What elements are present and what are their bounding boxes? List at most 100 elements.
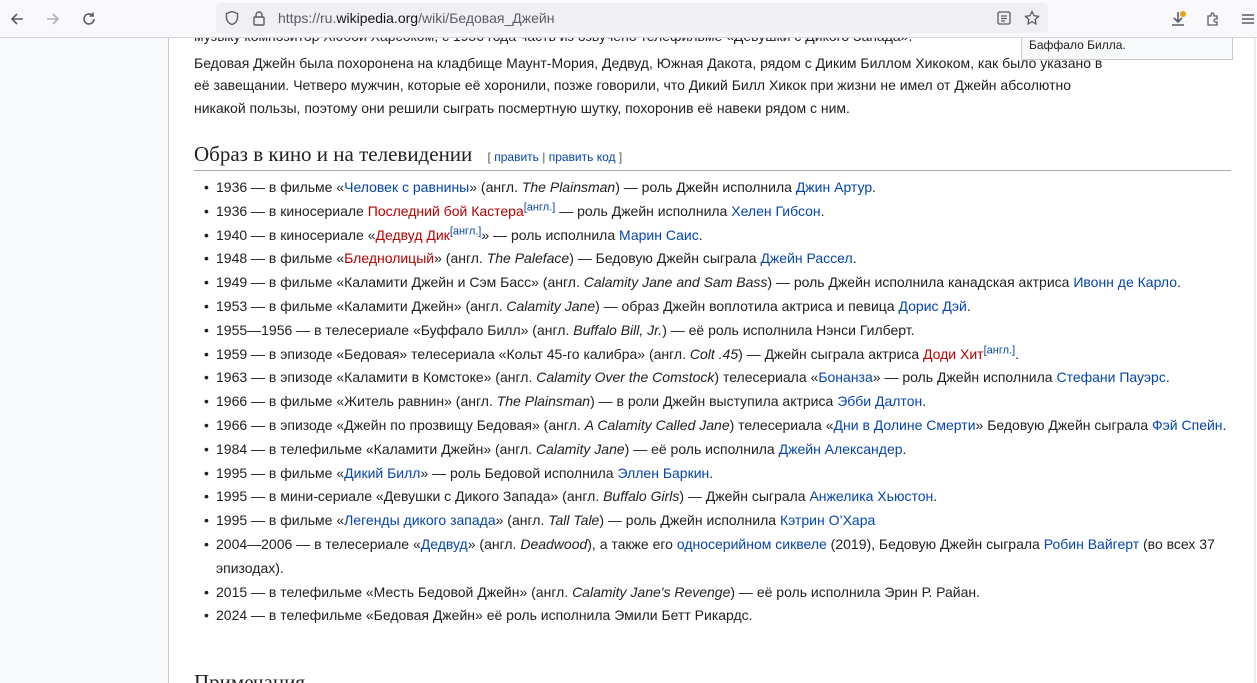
- menu-icon[interactable]: [1236, 7, 1257, 31]
- reload-icon[interactable]: [77, 7, 101, 31]
- film-link[interactable]: Кэтрин О’Хара: [780, 512, 875, 528]
- film-link[interactable]: Дорис Дэй: [898, 298, 966, 314]
- film-link[interactable]: Дни в Долине Смерти: [834, 417, 976, 433]
- film-text: 2015 — в телефильме «Месть Бедовой Джейн…: [216, 583, 536, 600]
- film-text: 1963 — в эпизоде «Каламити в Комстоке» (: [216, 369, 500, 386]
- film-text: 1949 — в фильме «Каламити Джейн и Сэм Ба…: [216, 274, 548, 291]
- download-icon[interactable]: [1166, 7, 1190, 31]
- lang-abbr[interactable]: англ.: [486, 179, 518, 195]
- address-bar[interactable]: https://ru.wikipedia.org/wiki/Бедовая_Дж…: [216, 3, 1048, 33]
- film-text: 2004—2006 — в телесериале «: [216, 535, 421, 552]
- extensions-icon[interactable]: [1201, 7, 1225, 31]
- film-link[interactable]: Эллен Баркин: [617, 465, 709, 481]
- forward-arrow-icon[interactable]: [41, 7, 65, 31]
- lang-abbr[interactable]: англ.: [460, 393, 492, 409]
- film-link[interactable]: Хелен Гибсон: [731, 203, 820, 219]
- lang-abbr[interactable]: англ.: [512, 512, 544, 528]
- film-text: .: [1177, 274, 1181, 291]
- film-link[interactable]: Робин Вайгерт: [1044, 536, 1139, 552]
- original-title: Buffalo Girls: [603, 488, 680, 505]
- film-list-item: 1966 — в фильме «Житель равнин» (англ. T…: [194, 390, 1239, 414]
- film-text: ) — роль Джейн исполнила: [599, 512, 780, 529]
- film-link[interactable]: односерийном сиквеле: [677, 536, 827, 552]
- lang-abbr[interactable]: англ.: [654, 346, 686, 362]
- film-link[interactable]: Человек с равнины: [344, 179, 469, 195]
- bookmark-star-icon[interactable]: [1024, 9, 1040, 31]
- film-text: ) — роль Джейн исполнила: [615, 179, 796, 195]
- infobox-caption: Баффало Билла.: [1029, 38, 1126, 52]
- film-list-item: 1995 — в фильме «Легенды дикого запада» …: [194, 509, 1239, 533]
- reader-view-icon[interactable]: [996, 10, 1012, 31]
- next-section-heading: Примечания: [194, 670, 306, 683]
- film-redlink[interactable]: Дедвуд Дик: [376, 227, 450, 243]
- film-text: ) — её роль исполнила Нэнси Гилберт.: [662, 321, 915, 338]
- film-link[interactable]: Дедвуд: [421, 536, 468, 552]
- original-title: Deadwood: [520, 535, 588, 552]
- film-text: .: [1165, 369, 1170, 386]
- film-text: » (: [467, 535, 485, 552]
- film-text: ) — её роль исполнила: [624, 440, 779, 457]
- film-redlink[interactable]: Доди Хит: [923, 346, 984, 362]
- film-text: — роль Джейн исполнила: [555, 202, 732, 219]
- lang-abbr[interactable]: англ.: [450, 250, 482, 266]
- film-link[interactable]: Джейн Рассел: [760, 250, 852, 266]
- original-title: A Calamity Called Jane: [584, 416, 730, 433]
- film-link[interactable]: Марин Саис: [619, 227, 699, 243]
- film-link[interactable]: Фэй Спейн: [1152, 417, 1223, 433]
- lang-abbr[interactable]: англ.: [537, 322, 569, 338]
- shield-icon[interactable]: [224, 10, 240, 31]
- lang-abbr[interactable]: англ.: [500, 369, 532, 385]
- film-list-item: 1995 — в мини-сериале «Девушки с Дикого …: [194, 485, 1239, 509]
- back-arrow-icon[interactable]: [5, 7, 29, 31]
- film-link[interactable]: Ивонн де Карло: [1073, 274, 1177, 290]
- film-redlink[interactable]: Бледнолицый: [344, 250, 434, 266]
- edit-link[interactable]: править: [494, 150, 539, 164]
- scrollbar[interactable]: [1254, 38, 1256, 683]
- film-list-item: 2004—2006 — в телесериале «Дедвуд» (англ…: [194, 533, 1239, 581]
- original-title: The Paleface: [486, 250, 570, 267]
- film-text: ) телесериала «: [729, 416, 834, 433]
- section-title: Образ в кино и на телевидении: [194, 142, 473, 166]
- interwiki-sup-link[interactable]: [англ.]: [450, 225, 482, 237]
- film-link[interactable]: Бонанза: [818, 369, 872, 385]
- film-list-item: 1963 — в эпизоде «Каламити в Комстоке» (…: [194, 366, 1239, 390]
- film-text: .: [922, 393, 927, 410]
- lang-abbr[interactable]: англ.: [484, 536, 516, 552]
- film-link[interactable]: Эбби Далтон: [837, 393, 922, 409]
- film-text: .: [902, 440, 907, 457]
- lock-icon[interactable]: [252, 10, 266, 31]
- film-text: » (: [495, 512, 512, 529]
- original-title: The Plainsman: [496, 393, 591, 410]
- edit-code-link[interactable]: править код: [549, 150, 616, 164]
- original-title: The Plainsman: [521, 179, 616, 195]
- film-list-item: 1949 — в фильме «Каламити Джейн и Сэм Ба…: [194, 271, 1239, 295]
- film-link[interactable]: Джин Артур: [796, 179, 872, 195]
- film-link[interactable]: Джейн Александер: [779, 441, 903, 457]
- lang-abbr[interactable]: англ.: [470, 298, 502, 314]
- film-list-item: 1936 — в киносериале Последний бой Касте…: [194, 200, 1239, 224]
- film-text: 2024 — в телефильме «Бедовая Джейн» её р…: [216, 607, 753, 624]
- film-list-item: 1953 — в фильме «Каламити Джейн» (англ. …: [194, 295, 1239, 319]
- film-text: .: [1015, 345, 1020, 362]
- film-text: » — роль Бедовой исполнила: [420, 464, 618, 481]
- film-list-item: 2024 — в телефильме «Бедовая Джейн» её р…: [194, 604, 1239, 628]
- lang-abbr[interactable]: англ.: [547, 274, 579, 290]
- film-link[interactable]: Анжелика Хьюстон: [809, 488, 933, 504]
- url-text[interactable]: https://ru.wikipedia.org/wiki/Бедовая_Дж…: [278, 10, 554, 26]
- original-title: Tall Tale: [548, 512, 600, 529]
- film-text: .: [698, 226, 703, 243]
- film-link[interactable]: Стефани Пауэрс: [1056, 369, 1165, 385]
- lang-abbr[interactable]: англ.: [536, 584, 568, 600]
- lang-abbr[interactable]: англ.: [548, 417, 580, 433]
- lang-abbr[interactable]: англ.: [567, 488, 599, 504]
- interwiki-sup-link[interactable]: [англ.]: [984, 344, 1016, 356]
- film-link[interactable]: Легенды дикого запада: [344, 512, 495, 528]
- interwiki-sup-link[interactable]: [англ.]: [524, 201, 556, 213]
- film-text: ) — Джейн сыграла: [679, 488, 810, 505]
- film-link[interactable]: Дикий Билл: [344, 465, 420, 481]
- film-list-item: 1955—1956 — в телесериале «Буффало Билл»…: [194, 319, 1239, 343]
- lang-abbr[interactable]: англ.: [500, 441, 532, 457]
- film-redlink[interactable]: Последний бой Кастера: [368, 203, 524, 219]
- original-title: Buffalo Bill, Jr.: [573, 321, 663, 338]
- film-text: 1948 — в фильме «: [216, 250, 345, 267]
